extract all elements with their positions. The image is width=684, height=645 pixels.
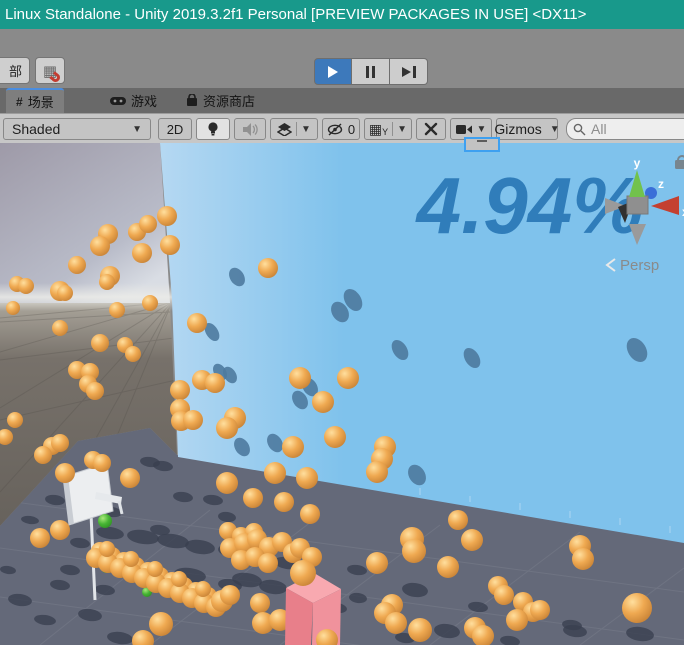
snap-grid-icon: ▦ [43,62,62,84]
collapsed-overlay-chip[interactable] [464,137,500,152]
pivot-toggle-button[interactable]: 部 [0,57,30,84]
light-bulb-icon [208,122,218,136]
play-button[interactable] [314,58,352,85]
toggle-2d-button[interactable]: 2D [158,118,192,140]
scene-effects-dropdown[interactable]: ▼ [270,118,318,140]
play-icon [328,65,338,78]
chevron-down-icon: ▼ [397,123,408,135]
grid-axis-label: Y [382,127,389,137]
gamepad-icon [110,96,126,105]
grid-icon: # [16,94,23,109]
scene-3d-viewport[interactable]: 4.94% y z Persp [0,143,684,645]
shading-mode-dropdown[interactable]: Shaded ▼ [3,118,151,140]
search-icon [573,123,586,135]
step-button[interactable] [390,58,428,85]
window-title-bar: Linux Standalone - Unity 2019.3.2f1 Pers… [0,0,684,29]
shopping-bag-icon [187,94,197,106]
window-title: Linux Standalone - Unity 2019.3.2f1 Pers… [5,6,587,23]
hidden-objects-button[interactable]: 0 [322,118,360,140]
scene-audio-button[interactable] [234,118,266,140]
2d-label: 2D [166,121,184,137]
scene-search-field[interactable] [566,118,684,140]
view-tab-bar: # 场景 游戏 资源商店 [0,88,684,113]
step-icon [401,65,416,78]
eye-slash-icon [327,122,343,136]
pivot-toggle-label: 部 [8,64,22,79]
chevron-down-icon: ▼ [301,123,311,135]
grid-icon: ▦ [368,120,383,137]
tab-store-label: 资源商店 [203,94,256,109]
tab-asset-store[interactable]: 资源商店 [176,88,265,113]
tab-game-view[interactable]: 游戏 [100,88,167,113]
chevron-down-icon: ▼ [549,123,560,135]
tab-scene-view[interactable]: # 场景 [6,88,64,113]
overlay-handle [477,140,487,142]
gizmos-label: Gizmos [494,121,542,137]
shading-mode-label: Shaded [12,121,61,137]
tab-game-label: 游戏 [131,94,158,109]
unity-editor-window: { "title_bar": { "title": "Linux Standal… [0,0,684,645]
hidden-count: 0 [347,121,356,137]
main-toolbar: 部 ▦ [0,29,684,88]
effects-layers-icon [277,122,293,136]
chevron-down-icon: ▼ [132,123,142,135]
chevron-down-icon: ▼ [476,123,487,135]
scene-view-toolbar: Shaded ▼ 2D ▼ 0 ▦ Y ▼ ▼ Gizmos ▼ All [0,113,684,143]
z-axis-label: z [658,177,664,191]
playmode-controls [314,58,428,85]
search-input[interactable] [589,120,669,138]
tools-icon [424,122,438,136]
projection-label: Persp [620,257,659,274]
magnet-icon [49,70,62,84]
snap-toggle-button[interactable]: ▦ [35,57,65,84]
pause-icon [366,65,375,78]
camera-icon [455,124,472,134]
y-axis-label: y [634,156,641,170]
pause-button[interactable] [352,58,390,85]
scene-lighting-button[interactable] [196,118,230,140]
gizmo-cube[interactable] [626,195,649,215]
separator [296,122,298,136]
gizmos-dropdown[interactable]: Gizmos ▼ [494,118,560,140]
speaker-icon [242,122,258,136]
grid-settings-dropdown[interactable]: ▦ Y ▼ [364,118,412,140]
component-tools-button[interactable] [416,118,446,140]
tab-scene-label: 场景 [27,95,54,110]
separator [392,122,394,136]
